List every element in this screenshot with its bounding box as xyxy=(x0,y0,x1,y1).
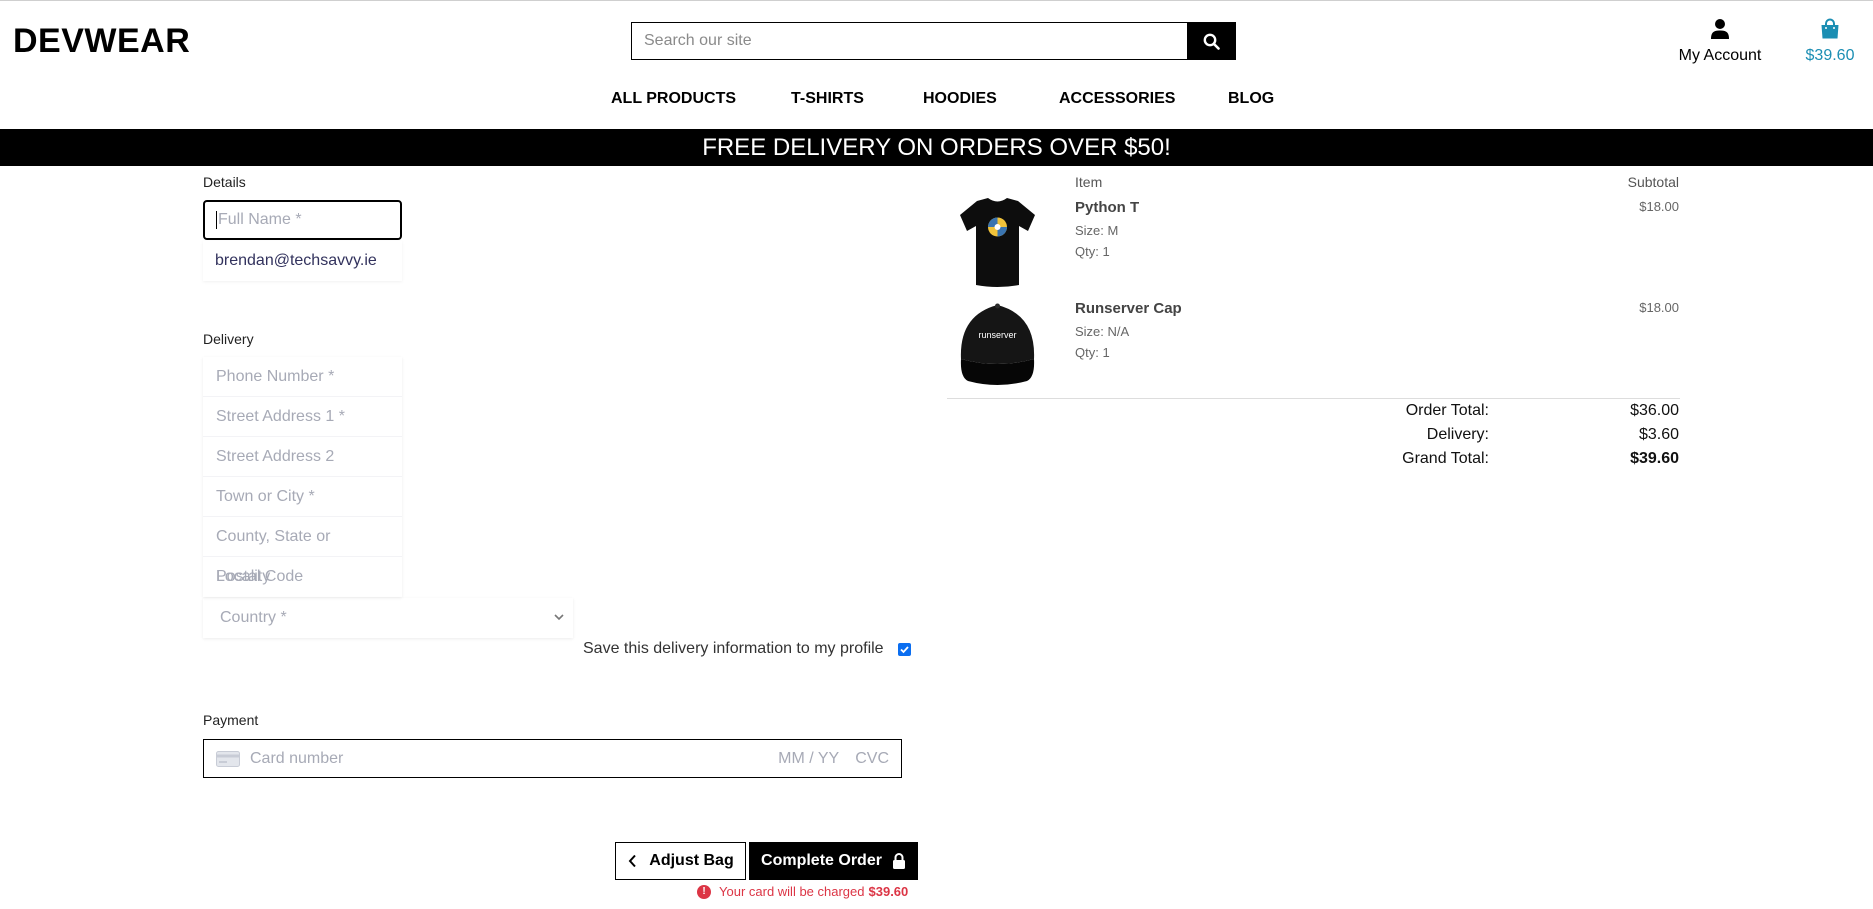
country-placeholder: Country * xyxy=(220,609,287,626)
street-address-1-input[interactable]: Street Address 1 * xyxy=(203,397,402,437)
search-input[interactable] xyxy=(631,22,1187,60)
item-name: Python T xyxy=(1075,199,1140,216)
nav-blog[interactable]: BLOG xyxy=(1228,90,1274,108)
user-icon xyxy=(1711,19,1729,39)
complete-order-button[interactable]: Complete Order xyxy=(749,842,918,880)
adjust-bag-label: Adjust Bag xyxy=(649,852,734,869)
shopping-bag-link[interactable]: $39.60 xyxy=(1798,18,1862,65)
country-select[interactable]: Country * xyxy=(203,598,573,638)
my-account-link[interactable]: My Account xyxy=(1672,18,1768,65)
card-expiry-placeholder: MM / YY xyxy=(778,749,840,767)
nav-all-products[interactable]: ALL PRODUCTS xyxy=(611,90,736,108)
main-nav: ALL PRODUCTS T-SHIRTS HOODIES ACCESSORIE… xyxy=(0,90,1873,114)
delivery-fields: Phone Number * Street Address 1 * Street… xyxy=(203,357,402,597)
save-info-row: Save this delivery information to my pro… xyxy=(583,640,911,658)
item-size: Size: M xyxy=(1075,223,1119,238)
county-input[interactable]: County, State or Locality xyxy=(203,517,402,585)
item-name: Runserver Cap xyxy=(1075,300,1182,317)
nav-accessories[interactable]: ACCESSORIES xyxy=(1059,90,1175,108)
summary-item-header: Item xyxy=(1075,174,1103,190)
summary-subtotal-header: Subtotal xyxy=(1627,174,1679,190)
brand-logo[interactable]: DEVWEAR xyxy=(13,22,190,61)
text-cursor xyxy=(216,210,217,229)
product-image-runserver-cap[interactable]: runserver xyxy=(955,297,1040,392)
my-account-label: My Account xyxy=(1678,47,1762,64)
chevron-down-icon xyxy=(553,598,565,654)
item-size: Size: N/A xyxy=(1075,324,1130,339)
phone-number-input[interactable]: Phone Number * xyxy=(203,357,402,397)
item-price: $18.00 xyxy=(1639,199,1679,214)
product-image-python-t[interactable] xyxy=(955,195,1040,290)
item-price: $18.00 xyxy=(1639,300,1679,315)
street-address-2-input[interactable]: Street Address 2 xyxy=(203,437,402,477)
charge-amount: $39.60 xyxy=(868,884,909,899)
top-border xyxy=(0,0,1873,1)
search-bar xyxy=(631,22,1236,60)
exclamation-icon: ! xyxy=(697,884,711,899)
card-element[interactable]: Card number MM / YY CVC xyxy=(203,739,902,778)
search-button[interactable] xyxy=(1187,22,1236,60)
payment-label: Payment xyxy=(203,712,259,728)
item-qty: Qty: 1 xyxy=(1075,244,1110,259)
delivery-cost-value: $3.60 xyxy=(1638,426,1679,443)
adjust-bag-button[interactable]: Adjust Bag xyxy=(615,842,746,880)
promo-banner: FREE DELIVERY ON ORDERS OVER $50! xyxy=(0,129,1873,166)
full-name-placeholder: Full Name * xyxy=(218,211,302,228)
shopping-bag-icon xyxy=(1821,18,1839,39)
item-qty: Qty: 1 xyxy=(1075,345,1110,360)
nav-hoodies[interactable]: HOODIES xyxy=(923,90,997,108)
charge-notice: ! Your card will be charged $39.60 xyxy=(697,884,908,899)
grand-total-value: $39.60 xyxy=(1630,450,1679,467)
order-total-value: $36.00 xyxy=(1630,402,1679,419)
delivery-label: Delivery xyxy=(203,331,254,347)
order-total-label: Order Total: xyxy=(1405,402,1489,419)
full-name-input[interactable]: Full Name * xyxy=(203,200,402,240)
card-cvc-placeholder: CVC xyxy=(855,749,889,767)
credit-card-icon xyxy=(216,750,240,767)
charge-text: Your card will be charged xyxy=(719,884,865,899)
email-input[interactable]: brendan@techsavvy.ie xyxy=(203,241,402,281)
cap-print-text: runserver xyxy=(978,330,1016,340)
nav-t-shirts[interactable]: T-SHIRTS xyxy=(791,90,864,108)
bag-total: $39.60 xyxy=(1805,47,1855,64)
search-icon xyxy=(1203,33,1220,50)
details-label: Details xyxy=(203,174,246,190)
delivery-cost-label: Delivery: xyxy=(1426,426,1489,443)
save-info-label: Save this delivery information to my pro… xyxy=(583,640,884,657)
postal-code-input[interactable]: Postal Code xyxy=(203,557,402,597)
save-info-checkbox[interactable] xyxy=(897,642,911,656)
town-city-input[interactable]: Town or City * xyxy=(203,477,402,517)
complete-order-label: Complete Order xyxy=(761,852,882,869)
chevron-left-icon xyxy=(628,854,637,868)
card-number-placeholder: Card number xyxy=(250,749,344,767)
lock-icon xyxy=(892,853,905,869)
grand-total-label: Grand Total: xyxy=(1402,450,1489,467)
summary-divider xyxy=(947,398,1680,399)
